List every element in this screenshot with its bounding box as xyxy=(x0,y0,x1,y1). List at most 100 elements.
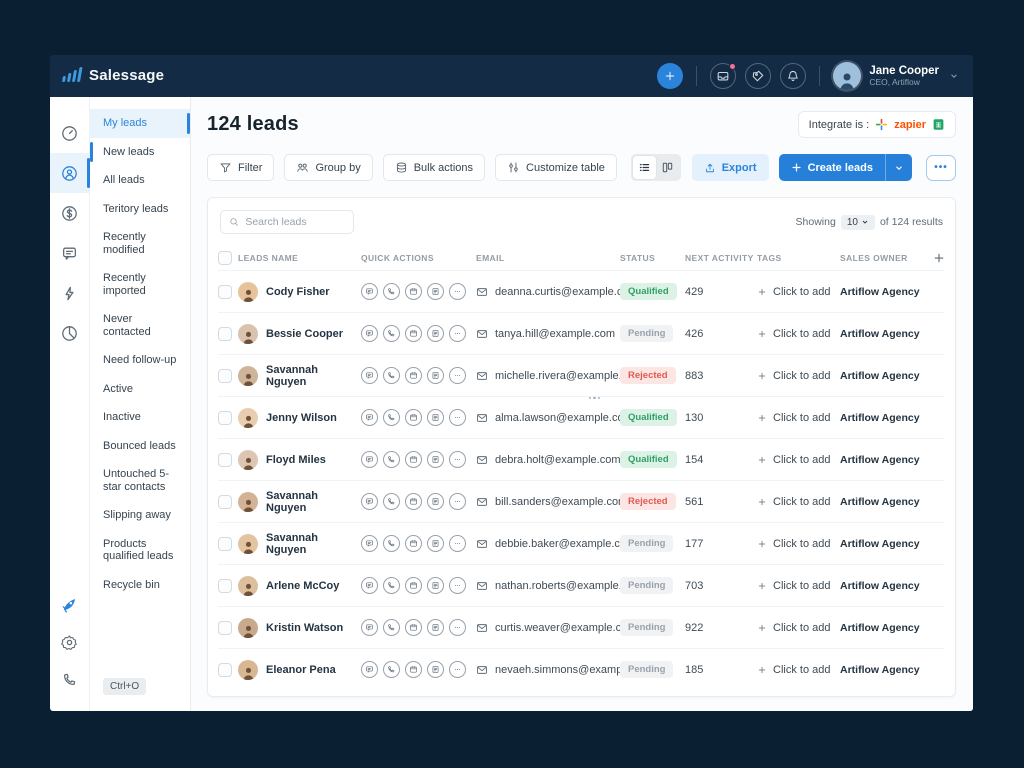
sidebar-item[interactable]: Never contacted xyxy=(90,305,190,346)
more-action-button[interactable] xyxy=(449,493,466,510)
add-tag-button[interactable]: Click to add xyxy=(757,328,840,340)
kanban-view-button[interactable] xyxy=(656,156,679,179)
add-tag-button[interactable]: Click to add xyxy=(757,538,840,550)
add-tag-button[interactable]: Click to add xyxy=(757,286,840,298)
sidebar-icon-deals[interactable] xyxy=(50,193,90,233)
sidebar-item[interactable]: Active xyxy=(90,375,190,404)
more-action-button[interactable] xyxy=(449,535,466,552)
sidebar-item[interactable]: Recently modified xyxy=(90,223,190,264)
inbox-button[interactable] xyxy=(710,63,736,89)
phone-action-button[interactable] xyxy=(383,283,400,300)
sidebar-icon-settings[interactable] xyxy=(50,623,90,661)
notes-action-button[interactable] xyxy=(427,367,444,384)
phone-action-button[interactable] xyxy=(383,451,400,468)
phone-action-button[interactable] xyxy=(383,409,400,426)
row-checkbox[interactable] xyxy=(218,663,232,677)
add-tag-button[interactable]: Click to add xyxy=(757,370,840,382)
chat-action-button[interactable] xyxy=(361,451,378,468)
notes-action-button[interactable] xyxy=(427,577,444,594)
calendar-action-button[interactable] xyxy=(405,325,422,342)
calendar-action-button[interactable] xyxy=(405,619,422,636)
add-tag-button[interactable]: Click to add xyxy=(757,496,840,508)
more-action-button[interactable] xyxy=(449,367,466,384)
sidebar-item[interactable]: Inactive xyxy=(90,403,190,432)
calendar-action-button[interactable] xyxy=(405,535,422,552)
create-leads-caret[interactable] xyxy=(885,154,912,181)
sidebar-item[interactable]: New leads xyxy=(90,138,190,167)
sidebar-icon-dashboard[interactable] xyxy=(50,113,90,153)
sidebar-item[interactable]: Need follow-up xyxy=(90,346,190,375)
chat-action-button[interactable] xyxy=(361,577,378,594)
row-checkbox[interactable] xyxy=(218,579,232,593)
phone-action-button[interactable] xyxy=(383,325,400,342)
sidebar-icon-activity[interactable] xyxy=(50,273,90,313)
notes-action-button[interactable] xyxy=(427,409,444,426)
row-checkbox[interactable] xyxy=(218,411,232,425)
list-view-button[interactable] xyxy=(633,156,656,179)
add-tag-button[interactable]: Click to add xyxy=(757,580,840,592)
chat-action-button[interactable] xyxy=(361,619,378,636)
sidebar-item[interactable]: Untouched 5-star contacts xyxy=(90,460,190,501)
chat-action-button[interactable] xyxy=(361,325,378,342)
add-column-button[interactable] xyxy=(933,252,945,264)
row-checkbox[interactable] xyxy=(218,453,232,467)
calendar-action-button[interactable] xyxy=(405,367,422,384)
search-input[interactable] xyxy=(245,216,345,228)
sidebar-item[interactable]: Recycle bin xyxy=(90,571,190,600)
page-size-select[interactable]: 10 xyxy=(841,215,875,230)
more-action-button[interactable] xyxy=(449,325,466,342)
calendar-action-button[interactable] xyxy=(405,577,422,594)
calendar-action-button[interactable] xyxy=(405,661,422,678)
sidebar-item[interactable]: My leads xyxy=(90,109,190,138)
search-box[interactable] xyxy=(220,210,354,234)
group-by-button[interactable]: Group by xyxy=(284,154,372,181)
create-leads-button[interactable]: Create leads xyxy=(779,154,912,181)
sidebar-icon-boost[interactable] xyxy=(50,585,90,623)
row-checkbox[interactable] xyxy=(218,537,232,551)
promotions-button[interactable] xyxy=(745,63,771,89)
sidebar-item[interactable]: Teritory leads xyxy=(90,195,190,224)
notes-action-button[interactable] xyxy=(427,619,444,636)
filter-button[interactable]: Filter xyxy=(207,154,274,181)
notes-action-button[interactable] xyxy=(427,493,444,510)
chat-action-button[interactable] xyxy=(361,409,378,426)
notes-action-button[interactable] xyxy=(427,451,444,468)
more-action-button[interactable] xyxy=(449,283,466,300)
notes-action-button[interactable] xyxy=(427,535,444,552)
sidebar-item[interactable]: Products qualified leads xyxy=(90,530,190,571)
row-checkbox[interactable] xyxy=(218,369,232,383)
sidebar-item[interactable]: Slipping away xyxy=(90,501,190,530)
more-action-button[interactable] xyxy=(449,661,466,678)
add-tag-button[interactable]: Click to add xyxy=(757,454,840,466)
phone-action-button[interactable] xyxy=(383,535,400,552)
bulk-actions-button[interactable]: Bulk actions xyxy=(383,154,485,181)
notes-action-button[interactable] xyxy=(427,283,444,300)
row-checkbox[interactable] xyxy=(218,621,232,635)
more-actions-button[interactable]: ••• xyxy=(926,155,956,181)
phone-action-button[interactable] xyxy=(383,367,400,384)
sidebar-item[interactable]: All leads xyxy=(90,166,190,195)
sidebar-icon-chat[interactable] xyxy=(50,233,90,273)
calendar-action-button[interactable] xyxy=(405,283,422,300)
integrate-pill[interactable]: Integrate is : zapier xyxy=(798,111,956,138)
chat-action-button[interactable] xyxy=(361,661,378,678)
calendar-action-button[interactable] xyxy=(405,451,422,468)
chat-action-button[interactable] xyxy=(361,493,378,510)
add-tag-button[interactable]: Click to add xyxy=(757,412,840,424)
chat-action-button[interactable] xyxy=(361,283,378,300)
sidebar-icon-calls[interactable] xyxy=(50,661,90,699)
more-action-button[interactable] xyxy=(449,409,466,426)
chat-action-button[interactable] xyxy=(361,535,378,552)
more-action-button[interactable] xyxy=(449,451,466,468)
phone-action-button[interactable] xyxy=(383,493,400,510)
phone-action-button[interactable] xyxy=(383,577,400,594)
add-tag-button[interactable]: Click to add xyxy=(757,622,840,634)
row-checkbox[interactable] xyxy=(218,495,232,509)
sidebar-icon-leads[interactable] xyxy=(50,153,90,193)
notes-action-button[interactable] xyxy=(427,325,444,342)
more-action-button[interactable] xyxy=(449,619,466,636)
notes-action-button[interactable] xyxy=(427,661,444,678)
quick-add-button[interactable] xyxy=(657,63,683,89)
add-tag-button[interactable]: Click to add xyxy=(757,664,840,676)
row-checkbox[interactable] xyxy=(218,285,232,299)
